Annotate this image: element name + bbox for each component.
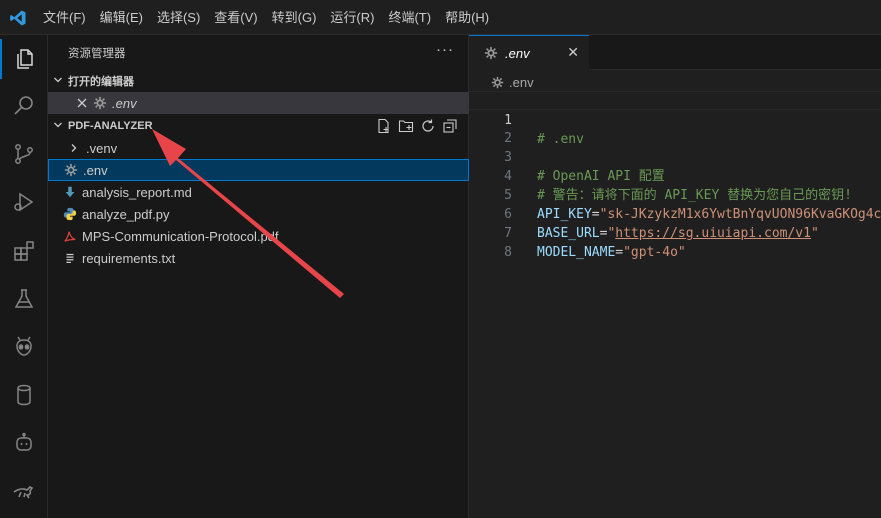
menu-selection[interactable]: 选择(S) <box>150 0 207 35</box>
tree-item-label: requirements.txt <box>82 250 176 266</box>
code-line: 3 # OpenAI API 配置 <box>469 129 881 184</box>
files-icon <box>17 49 33 69</box>
menu-edit[interactable]: 编辑(E) <box>93 0 150 35</box>
robot-icon <box>16 432 32 451</box>
explorer-sidebar: 资源管理器 ··· 打开的编辑器 .env PDF-ANALYZER .venv… <box>48 35 469 518</box>
source-control-button[interactable] <box>0 134 48 174</box>
search-button[interactable] <box>0 86 48 126</box>
menu-terminal[interactable]: 终端(T) <box>381 0 438 35</box>
search-icon <box>14 96 33 115</box>
tree-item-label: .venv <box>86 140 118 156</box>
alien-icon <box>16 336 32 356</box>
open-editor-filename: .env <box>112 95 137 111</box>
tab-env[interactable]: .env ✕ <box>469 35 589 70</box>
env-key: MODEL_NAME <box>537 245 616 260</box>
chevron-down-icon <box>48 120 68 133</box>
explorer-button[interactable] <box>0 39 48 79</box>
tree-item-analyze-pdf[interactable]: analyze_pdf.py <box>48 203 469 225</box>
tab-close-button[interactable]: ✕ <box>567 44 579 61</box>
collapse-all-icon[interactable] <box>442 118 458 134</box>
kangaroo-icon <box>13 486 34 499</box>
title-bar: 文件(F) 编辑(E) 选择(S) 查看(V) 转到(G) 运行(R) 终端(T… <box>0 0 881 35</box>
testing-button[interactable] <box>0 279 48 319</box>
gear-icon <box>92 95 108 111</box>
gear-icon <box>483 45 499 61</box>
tab-bar: .env ✕ <box>469 35 881 70</box>
tree-item-label: MPS-Communication-Protocol.pdf <box>82 228 279 244</box>
more-actions-button[interactable]: ··· <box>436 41 454 58</box>
close-icon[interactable] <box>74 95 90 111</box>
vscode-logo-icon[interactable] <box>9 9 27 27</box>
explorer-toolbar <box>376 115 458 137</box>
extensions-button[interactable] <box>0 231 48 271</box>
explorer-title: 资源管理器 <box>68 48 126 60</box>
tree-item-analysis-report[interactable]: analysis_report.md <box>48 181 469 203</box>
code-line: 6 BASE_URL="https://sg.uiuiapi.com/v1" <box>469 186 881 241</box>
tree-item-requirements[interactable]: requirements.txt <box>48 247 469 269</box>
run-debug-icon <box>14 192 34 212</box>
python-file-icon <box>62 206 78 222</box>
code-text: MODEL_NAME="gpt-4o" <box>537 243 686 262</box>
breadcrumb: .env <box>489 72 534 92</box>
code-line: 7 MODEL_NAME="gpt-4o" <box>469 205 881 260</box>
run-debug-button[interactable] <box>0 182 48 222</box>
tree-item-venv[interactable]: .venv <box>48 137 469 159</box>
menu-file[interactable]: 文件(F) <box>36 0 93 35</box>
open-editors-section[interactable]: 打开的编辑器 <box>48 70 468 92</box>
tab-label: .env <box>505 45 530 61</box>
activity-bar <box>0 35 48 518</box>
refresh-icon[interactable] <box>420 118 436 134</box>
open-editor-item[interactable]: .env <box>48 92 469 114</box>
open-editors-label: 打开的编辑器 <box>68 76 134 88</box>
code-line: 5 API_KEY="sk-JKzykzM1x6YwtBnYqvUON96Kva… <box>469 167 881 222</box>
menu-run[interactable]: 运行(R) <box>323 0 381 35</box>
database-button[interactable] <box>0 375 48 415</box>
markdown-file-icon <box>62 184 78 200</box>
alien-extension-button[interactable] <box>0 327 48 367</box>
project-section[interactable]: PDF-ANALYZER <box>48 115 468 137</box>
code-line: 2 <box>469 110 881 146</box>
breadcrumb-file[interactable]: .env <box>509 75 534 90</box>
explorer-header: 资源管理器 ··· <box>48 35 468 70</box>
kangaroo-extension-button[interactable] <box>0 471 48 511</box>
code-line: 8 <box>469 224 881 260</box>
copilot-button[interactable] <box>0 423 48 463</box>
new-folder-icon[interactable] <box>398 118 414 134</box>
editor-area: .env ✕ .env 1 # .env 2 3 # OpenAI API 配置… <box>469 35 881 518</box>
menu-go[interactable]: 转到(G) <box>265 0 324 35</box>
new-file-icon[interactable] <box>376 118 392 134</box>
flask-icon <box>14 289 34 308</box>
project-label: PDF-ANALYZER <box>68 120 153 132</box>
line-number: 8 <box>504 245 512 260</box>
menu-help[interactable]: 帮助(H) <box>438 0 496 35</box>
gear-icon <box>489 74 505 90</box>
tree-item-env[interactable]: .env <box>48 159 469 181</box>
code-line: 1 # .env <box>469 91 881 147</box>
tree-item-label: analysis_report.md <box>82 184 192 200</box>
equals-sign: = <box>615 245 624 260</box>
chevron-down-icon <box>48 75 68 88</box>
code-line: 4 # 警告：请将下面的 API_KEY 替换为您自己的密钥! <box>469 148 881 203</box>
pdf-file-icon <box>62 228 78 244</box>
menu-view[interactable]: 查看(V) <box>207 0 264 35</box>
tree-item-label: analyze_pdf.py <box>82 206 170 222</box>
chevron-right-icon <box>66 140 82 156</box>
env-value: "gpt-4o" <box>623 245 686 260</box>
text-file-icon <box>62 250 78 266</box>
tree-item-label: .env <box>83 162 108 178</box>
database-icon <box>17 384 31 406</box>
gear-icon <box>63 162 79 178</box>
source-control-icon <box>15 144 33 164</box>
menu-bar: 文件(F) 编辑(E) 选择(S) 查看(V) 转到(G) 运行(R) 终端(T… <box>36 0 496 35</box>
tree-item-pdf-protocol[interactable]: MPS-Communication-Protocol.pdf <box>48 225 469 247</box>
extensions-icon <box>14 241 34 261</box>
